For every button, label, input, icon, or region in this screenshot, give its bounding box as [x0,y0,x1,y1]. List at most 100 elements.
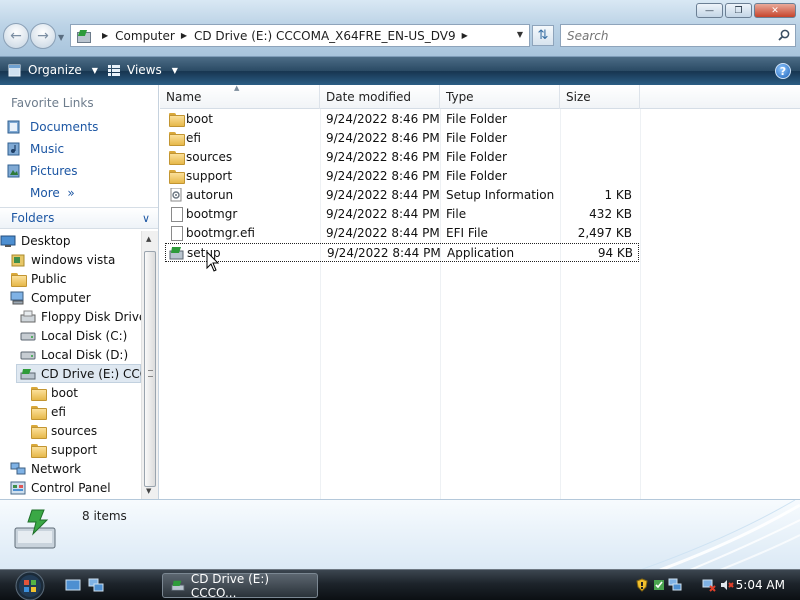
scroll-down-icon[interactable]: ▼ [146,487,151,495]
cd-drive-icon [171,580,185,591]
column-header-label: Date modified [326,90,412,104]
folder-icon [30,424,47,439]
decorative-streaks [641,500,800,569]
file-size: 432 KB [589,207,632,221]
table-row[interactable]: sources 9/24/2022 8:46 PM File Folder [165,148,639,167]
computer-icon [10,291,24,304]
column-divider [640,109,641,499]
notification-area: 5:04 AM [630,570,800,600]
forward-button[interactable]: → [30,23,56,49]
file-date-modified: 9/24/2022 8:44 PM [327,246,441,260]
tree-item-control-panel[interactable]: Control Panel [10,478,111,497]
favorite-link-label: Documents [30,120,99,134]
tree-item-network[interactable]: Network [10,459,81,478]
breadcrumb-computer[interactable]: Computer [115,29,175,43]
scrollbar-thumb[interactable] [144,251,156,487]
address-bar[interactable]: ▶ Computer ▶ CD Drive (E:) CCCOMA_X64FRE… [70,24,530,47]
table-row[interactable]: bootmgr 9/24/2022 8:44 PM File 432 KB [165,205,639,224]
breadcrumb-cd-drive[interactable]: CD Drive (E:) CCCOMA_X64FRE_EN-US_DV9 [194,29,456,43]
column-header-size[interactable]: Size [560,85,640,109]
taskbar-window-button[interactable]: CD Drive (E:) CCCO... [162,572,318,600]
tree-item-public[interactable]: Public [10,269,67,288]
favorite-link-pictures[interactable]: Pictures [6,164,78,178]
chevron-right-icon[interactable]: ▶ [181,31,187,40]
table-row[interactable]: support 9/24/2022 8:46 PM File Folder [165,167,639,186]
volume-muted-icon[interactable] [720,578,734,592]
tree-item-computer[interactable]: Computer [10,288,91,307]
start-button[interactable] [10,570,50,600]
views-menu[interactable]: Views ▼ [107,63,178,77]
address-dropdown-icon[interactable]: ▼ [517,30,523,39]
tree-item-local-disk-c[interactable]: Local Disk (C:) [20,326,127,345]
cd-drive-icon [20,368,36,379]
file-type: File Folder [446,112,507,126]
scroll-up-icon[interactable]: ▲ [146,235,151,243]
network-status-icon[interactable] [668,578,682,592]
folder-tree-scrollbar[interactable]: ▲ ▼ [141,231,158,499]
tree-item-local-disk-d[interactable]: Local Disk (D:) [20,345,128,364]
user-folder-icon [11,254,25,266]
clock[interactable]: 5:04 AM [736,578,785,592]
tree-item-floppy[interactable]: Floppy Disk Drive ( [20,307,141,326]
control-panel-icon [10,481,26,494]
tree-item-cd-drive[interactable]: CD Drive (E:) CCCO [16,364,141,383]
refresh-button[interactable]: ⇅ [532,25,554,46]
tree-item-support[interactable]: support [30,440,97,459]
file-type: File Folder [446,150,507,164]
table-row[interactable]: boot 9/24/2022 8:46 PM File Folder [165,110,639,129]
tree-item-label: support [51,442,98,457]
minimize-button[interactable]: — [696,3,723,18]
tree-item-label: Public [31,271,67,286]
tree-item-sources[interactable]: sources [30,421,97,440]
favorite-link-label: Music [30,142,65,156]
tree-item-label: Control Panel [31,480,111,495]
search-input[interactable] [567,28,767,43]
column-header-date-modified[interactable]: Date modified [320,85,440,109]
details-pane: 8 items [0,499,800,569]
tree-item-label: efi [51,404,66,419]
network-disconnected-icon[interactable] [702,578,716,592]
folder-icon [10,272,27,287]
help-button[interactable]: ? [775,63,791,79]
table-row[interactable]: bootmgr.efi 9/24/2022 8:44 PM EFI File 2… [165,224,639,243]
windows-defender-icon[interactable] [652,578,666,592]
switch-windows-icon[interactable] [88,578,104,592]
column-header-type[interactable]: Type [440,85,560,109]
cd-drive-icon [14,509,56,549]
file-type: Application [447,246,515,260]
tree-item-boot[interactable]: boot [30,383,78,402]
back-button[interactable]: ← [3,23,29,49]
chevron-right-icon[interactable]: ▶ [462,31,468,40]
organize-menu[interactable]: Organize ▼ [8,63,98,77]
table-row[interactable]: autorun 9/24/2022 8:44 PM Setup Informat… [165,186,639,205]
folders-header[interactable]: Folders ∨ [0,207,158,229]
tree-item-windows-vista[interactable]: windows vista [10,250,115,269]
table-row[interactable]: efi 9/24/2022 8:46 PM File Folder [165,129,639,148]
hard-disk-icon [20,351,36,359]
close-button[interactable]: ✕ [754,3,796,18]
table-row[interactable]: setup 9/24/2022 8:44 PM Application 94 K… [165,243,639,262]
favorite-link-documents[interactable]: Documents [6,120,98,134]
search-icon[interactable] [778,29,790,41]
search-box[interactable] [560,24,796,47]
folder-icon [30,405,47,420]
tree-item-desktop[interactable]: Desktop [0,231,71,250]
file-date-modified: 9/24/2022 8:46 PM [326,150,440,164]
folder-icon [168,169,185,184]
navigation-pane: Favorite Links Documents Music Pictures … [0,85,159,499]
tree-item-efi[interactable]: efi [30,402,66,421]
file-date-modified: 9/24/2022 8:46 PM [326,112,440,126]
file-date-modified: 9/24/2022 8:46 PM [326,131,440,145]
chevron-right-icon[interactable]: ▶ [102,31,108,40]
maximize-button[interactable]: ❐ [725,3,752,18]
show-desktop-icon[interactable] [65,578,81,592]
more-links[interactable]: More » [30,186,75,200]
security-shield-icon[interactable] [635,578,649,592]
file-name: efi [186,131,201,145]
recent-pages-dropdown[interactable]: ▼ [58,33,64,42]
chevron-down-icon[interactable]: ▼ [172,66,178,75]
column-header-name[interactable]: ▲ Name [160,84,320,109]
favorite-link-music[interactable]: Music [6,142,64,156]
sort-ascending-icon: ▲ [234,84,240,92]
tree-item-label: windows vista [31,252,116,267]
